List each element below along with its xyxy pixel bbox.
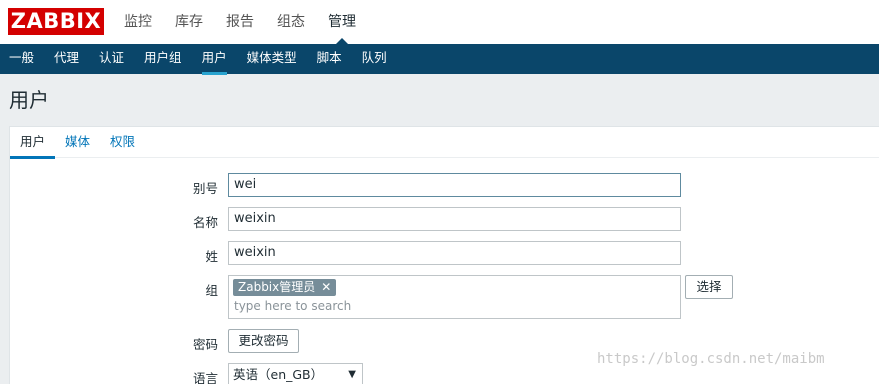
tab-user[interactable]: 用户 [10,127,56,159]
page-title: 用户 [9,88,49,112]
sub-menu-media-types[interactable]: 媒体类型 [247,44,297,74]
change-password-button[interactable]: 更改密码 [228,329,299,353]
groups-label: 组 [205,283,218,298]
remove-chip-icon[interactable]: ✕ [321,279,331,296]
group-chip: Zabbix管理员 ✕ [233,279,337,296]
language-label: 语言 [192,371,218,384]
form-tabs: 用户 媒体 权限 [10,127,879,159]
language-select[interactable]: 英语（en_GB） ▼ [228,363,363,384]
watermark: https://blog.csdn.net/maibm [597,351,825,367]
surname-label: 姓 [205,249,218,264]
alias-field[interactable]: wei [228,173,681,197]
zabbix-logo[interactable]: ZABBIX [8,8,104,35]
password-label: 密码 [192,337,218,352]
top-header: ZABBIX 监控 库存 报告 组态 管理 [0,0,879,44]
main-menu-configuration[interactable]: 组态 [277,0,305,44]
main-menu-inventory[interactable]: 库存 [175,0,203,44]
sub-menu-user-groups[interactable]: 用户组 [144,44,182,74]
alias-label: 别号 [192,181,218,196]
select-groups-button[interactable]: 选择 [685,275,733,299]
sub-menu: 一般 代理 认证 用户组 用户 媒体类型 脚本 队列 [0,44,879,75]
user-form-panel: 用户 媒体 权限 别号 wei 名称 weixin 姓 weixin 组 Zab… [9,126,879,384]
language-selected-value: 英语（en_GB） [233,367,324,382]
sub-menu-users[interactable]: 用户 [201,44,227,75]
sub-menu-general[interactable]: 一般 [9,44,34,74]
surname-field[interactable]: weixin [228,241,681,265]
sub-menu-proxies[interactable]: 代理 [54,44,79,74]
sub-menu-authentication[interactable]: 认证 [99,44,124,74]
tab-media[interactable]: 媒体 [55,127,100,157]
sub-menu-queue[interactable]: 队列 [362,44,387,74]
main-menu-administration[interactable]: 管理 [328,0,356,44]
tab-permissions[interactable]: 权限 [100,127,145,157]
main-menu-reports[interactable]: 报告 [226,0,254,44]
dropdown-arrow-icon: ▼ [348,369,356,380]
groups-multiselect[interactable]: Zabbix管理员 ✕ type here to search [228,275,681,319]
sub-menu-scripts[interactable]: 脚本 [317,44,342,74]
name-label: 名称 [192,215,218,230]
groups-search-placeholder[interactable]: type here to search [234,299,351,313]
main-menu-monitoring[interactable]: 监控 [124,0,152,44]
group-chip-label: Zabbix管理员 [238,280,316,294]
name-field[interactable]: weixin [228,207,681,231]
main-menu: 监控 库存 报告 组态 管理 [124,0,379,44]
